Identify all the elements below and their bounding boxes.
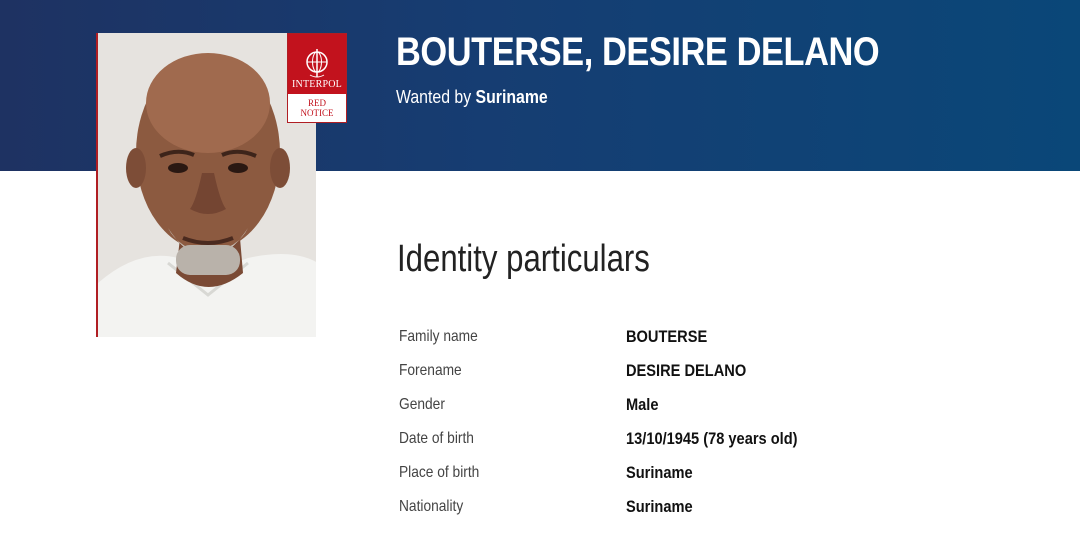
particular-value: 13/10/1945 (78 years old) bbox=[626, 429, 798, 448]
particular-value: Suriname bbox=[626, 497, 693, 516]
page-title: BOUTERSE, DESIRE DELANO bbox=[396, 30, 880, 74]
red-notice-label: RED NOTICE bbox=[288, 94, 346, 122]
particular-value: Male bbox=[626, 395, 659, 414]
particular-row-gender: Gender Male bbox=[399, 388, 959, 422]
red-notice-badge: INTERPOL RED NOTICE bbox=[287, 33, 347, 123]
identity-particulars-list: Family name BOUTERSE Forename DESIRE DEL… bbox=[399, 320, 959, 524]
red-notice-line2: NOTICE bbox=[300, 108, 334, 118]
red-notice-line1: RED bbox=[308, 98, 326, 108]
wanted-by-prefix: Wanted by bbox=[396, 87, 472, 107]
portrait-illustration bbox=[98, 33, 316, 337]
particular-value: DESIRE DELANO bbox=[626, 361, 747, 380]
particular-row-date-of-birth: Date of birth 13/10/1945 (78 years old) bbox=[399, 422, 959, 456]
interpol-wordmark: INTERPOL bbox=[292, 79, 342, 90]
particular-row-nationality: Nationality Suriname bbox=[399, 490, 959, 524]
wanted-by-line: Wanted by Suriname bbox=[396, 87, 548, 108]
portrait-photo bbox=[96, 33, 316, 337]
particular-label: Place of birth bbox=[399, 464, 480, 481]
interpol-globe-icon bbox=[306, 49, 328, 78]
interpol-logo: INTERPOL bbox=[288, 34, 346, 94]
particular-row-forename: Forename DESIRE DELANO bbox=[399, 354, 959, 388]
particular-label: Date of birth bbox=[399, 430, 474, 447]
wanted-by-country: Suriname bbox=[475, 87, 548, 107]
particular-label: Gender bbox=[399, 396, 445, 413]
identity-section-title: Identity particulars bbox=[397, 238, 650, 280]
particular-value: Suriname bbox=[626, 463, 693, 482]
particular-value: BOUTERSE bbox=[626, 327, 708, 346]
particular-row-family-name: Family name BOUTERSE bbox=[399, 320, 959, 354]
particular-label: Forename bbox=[399, 362, 462, 379]
particular-label: Nationality bbox=[399, 498, 464, 515]
particular-row-place-of-birth: Place of birth Suriname bbox=[399, 456, 959, 490]
particular-label: Family name bbox=[399, 328, 478, 345]
